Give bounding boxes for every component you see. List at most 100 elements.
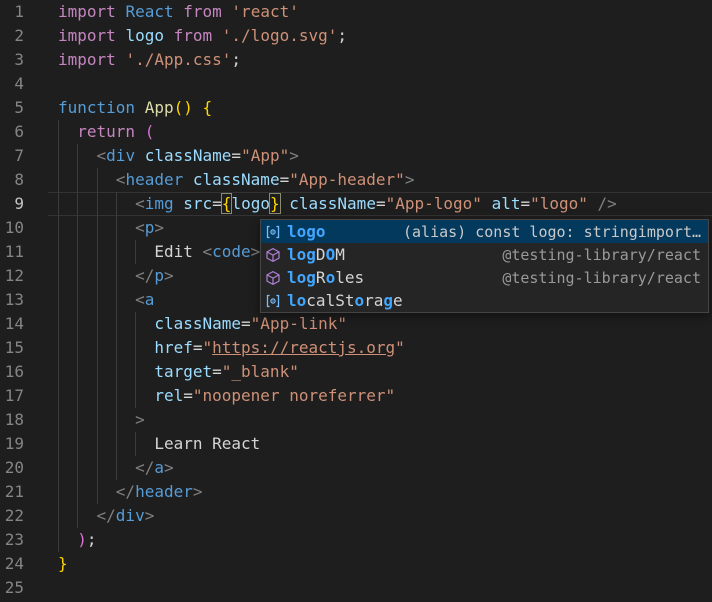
indent-guide xyxy=(77,504,96,528)
line-content: <a xyxy=(24,288,154,312)
code-line[interactable]: 17rel="noopener noreferrer" xyxy=(0,384,712,408)
line-number[interactable]: 8 xyxy=(0,168,24,192)
indent-guide xyxy=(116,432,135,456)
line-number[interactable]: 2 xyxy=(0,24,24,48)
code-line[interactable]: 9<img src={logo} className="App-logo" al… xyxy=(0,192,712,216)
line-number[interactable]: 12 xyxy=(0,264,24,288)
indent-guide xyxy=(135,312,154,336)
indent-guide xyxy=(116,192,135,216)
code-token: > xyxy=(164,458,174,477)
line-number[interactable]: 21 xyxy=(0,480,24,504)
indent-guide xyxy=(58,312,77,336)
code-token xyxy=(135,146,145,165)
code-token xyxy=(174,2,184,21)
code-line[interactable]: 18> xyxy=(0,408,712,432)
code-token: className xyxy=(193,170,280,189)
code-token: p xyxy=(145,218,155,237)
indent-guide xyxy=(135,432,154,456)
line-number[interactable]: 4 xyxy=(0,72,24,96)
code-token: > xyxy=(145,506,155,525)
code-token: = xyxy=(212,194,222,213)
line-number[interactable]: 10 xyxy=(0,216,24,240)
indent-guide xyxy=(58,216,77,240)
code-token: < xyxy=(203,242,213,261)
line-number[interactable]: 19 xyxy=(0,432,24,456)
suggest-item[interactable]: logo(alias) const logo: stringimport… xyxy=(261,220,708,243)
code-line[interactable]: 20</a> xyxy=(0,456,712,480)
bracket-match: } xyxy=(270,194,280,213)
suggest-item[interactable]: localStorage xyxy=(261,289,708,312)
code-line[interactable]: 19Learn React xyxy=(0,432,712,456)
line-number[interactable]: 25 xyxy=(0,576,24,600)
indent-guide xyxy=(116,456,135,480)
line-number[interactable]: 7 xyxy=(0,144,24,168)
line-number[interactable]: 9 xyxy=(0,192,24,216)
line-number[interactable]: 23 xyxy=(0,528,24,552)
code-line[interactable]: 8<header className="App-header"> xyxy=(0,168,712,192)
code-line[interactable]: 25 xyxy=(0,576,712,600)
line-number[interactable]: 22 xyxy=(0,504,24,528)
indent-guide xyxy=(77,456,96,480)
indent-guide xyxy=(77,384,96,408)
line-number[interactable]: 5 xyxy=(0,96,24,120)
code-line[interactable]: 7<div className="App"> xyxy=(0,144,712,168)
code-token: > xyxy=(193,482,203,501)
code-token: = xyxy=(241,314,251,333)
code-token: /> xyxy=(598,194,617,213)
indent-guide xyxy=(77,240,96,264)
line-number[interactable]: 14 xyxy=(0,312,24,336)
code-token: import xyxy=(58,2,116,21)
suggest-item[interactable]: logRoles@testing-library/react xyxy=(261,266,708,289)
code-line[interactable]: 6return ( xyxy=(0,120,712,144)
code-line[interactable]: 4 xyxy=(0,72,712,96)
code-token: App xyxy=(145,98,174,117)
line-number[interactable]: 18 xyxy=(0,408,24,432)
code-token: div xyxy=(106,146,135,165)
code-line[interactable]: 22</div> xyxy=(0,504,712,528)
indent-guide xyxy=(116,288,135,312)
code-token xyxy=(116,2,126,21)
code-line[interactable]: 5function App() { xyxy=(0,96,712,120)
code-line[interactable]: 23); xyxy=(0,528,712,552)
line-number[interactable]: 16 xyxy=(0,360,24,384)
line-number[interactable]: 6 xyxy=(0,120,24,144)
code-line[interactable]: 15href="https://reactjs.org" xyxy=(0,336,712,360)
line-number[interactable]: 20 xyxy=(0,456,24,480)
line-number[interactable]: 17 xyxy=(0,384,24,408)
code-line[interactable]: 24} xyxy=(0,552,712,576)
code-line[interactable]: 14className="App-link" xyxy=(0,312,712,336)
code-token: = xyxy=(193,338,203,357)
code-editor[interactable]: 1import React from 'react'2import logo f… xyxy=(0,0,712,602)
code-token: </ xyxy=(97,506,116,525)
code-line[interactable]: 2import logo from './logo.svg'; xyxy=(0,24,712,48)
code-token: = xyxy=(183,386,193,405)
line-number[interactable]: 24 xyxy=(0,552,24,576)
code-token: "App-logo" xyxy=(386,194,482,213)
indent-guide xyxy=(58,168,77,192)
code-token: ) xyxy=(77,530,87,549)
code-line[interactable]: 16target="_blank" xyxy=(0,360,712,384)
suggest-item[interactable]: logDOM@testing-library/react xyxy=(261,243,708,266)
code-line[interactable]: 1import React from 'react' xyxy=(0,0,712,24)
line-number[interactable]: 15 xyxy=(0,336,24,360)
code-token: " xyxy=(395,338,405,357)
line-number[interactable]: 3 xyxy=(0,48,24,72)
code-line[interactable]: 21</header> xyxy=(0,480,712,504)
code-token: Edit xyxy=(154,242,202,261)
indent-guide xyxy=(77,288,96,312)
indent-guide xyxy=(97,480,116,504)
line-number[interactable]: 1 xyxy=(0,0,24,24)
code-token: a xyxy=(145,290,155,309)
line-number[interactable]: 13 xyxy=(0,288,24,312)
code-token: './App.css' xyxy=(125,50,231,69)
line-number[interactable]: 11 xyxy=(0,240,24,264)
code-line[interactable]: 3import './App.css'; xyxy=(0,48,712,72)
line-content: rel="noopener noreferrer" xyxy=(24,384,395,408)
line-content: <div className="App"> xyxy=(24,144,299,168)
indent-guide xyxy=(116,336,135,360)
indent-guide xyxy=(135,360,154,384)
suggest-item-label: logDOM xyxy=(287,245,345,264)
method-icon xyxy=(265,247,281,263)
indent-guide xyxy=(97,192,116,216)
code-token: import xyxy=(58,50,116,69)
